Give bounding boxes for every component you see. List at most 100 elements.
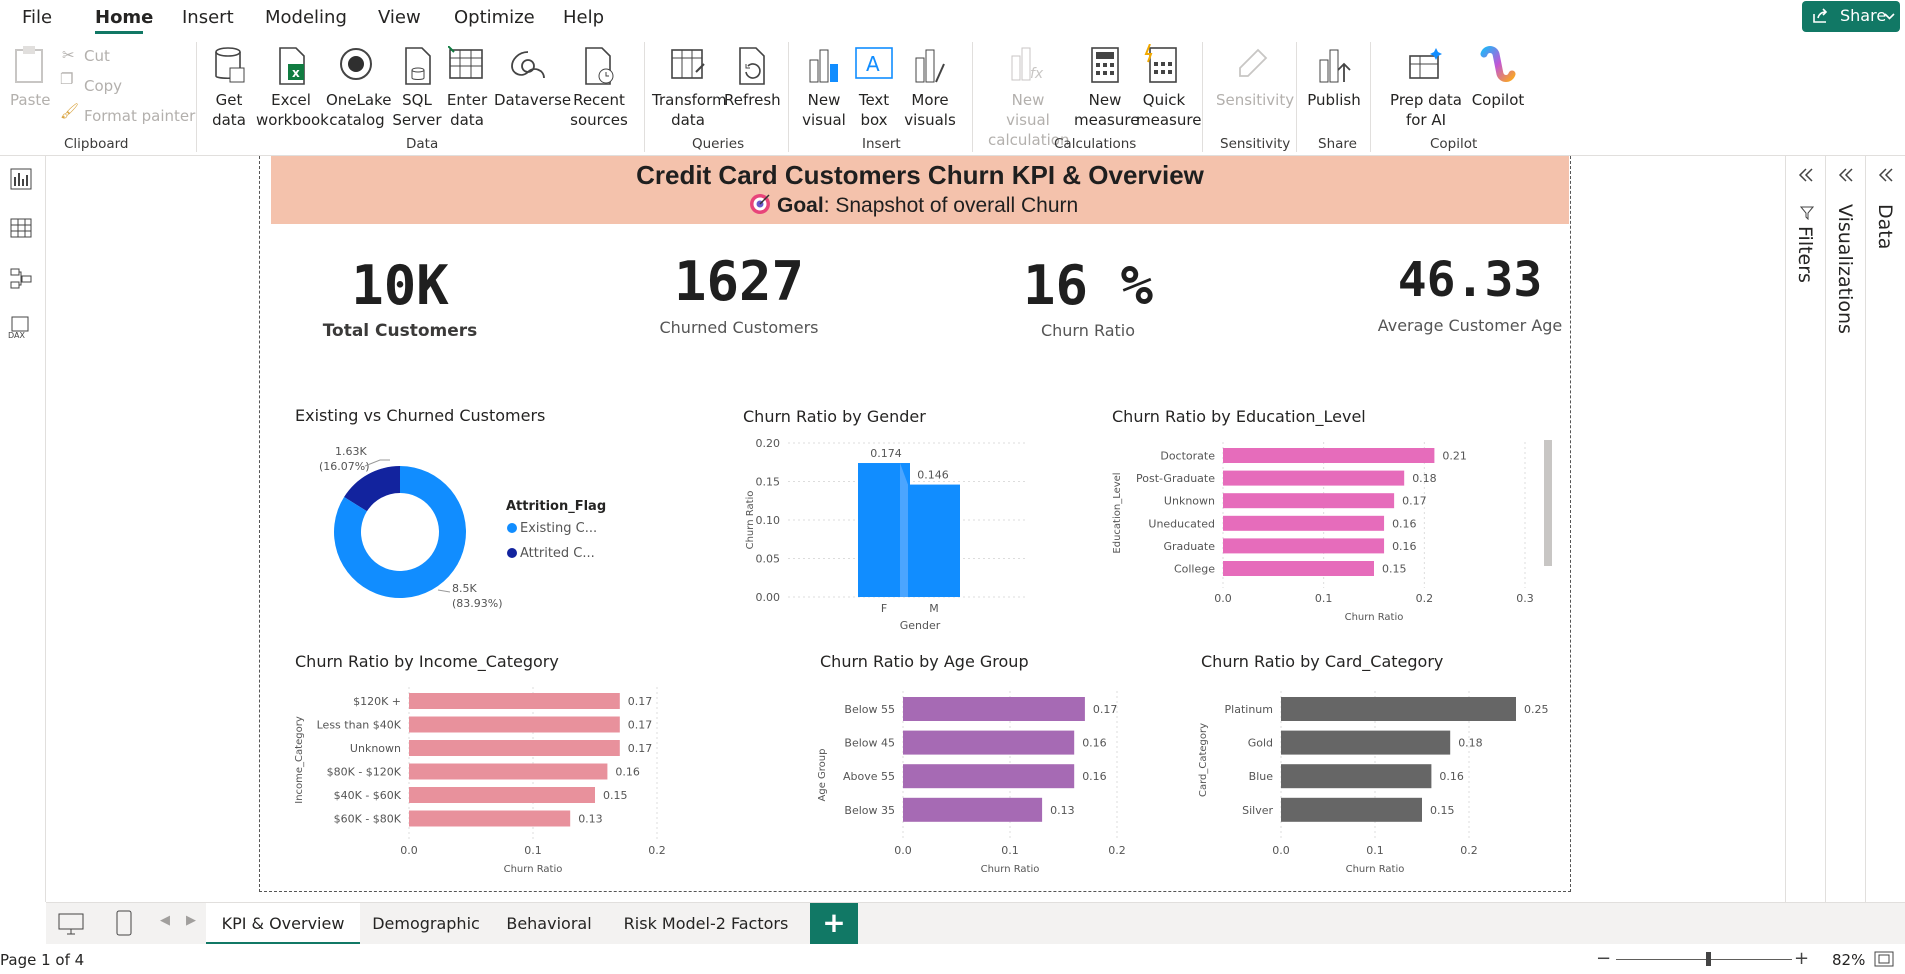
share-label: Share [1840,6,1887,25]
y-tick-label: $80K - $120K [327,766,402,779]
tab-behavioral[interactable]: Behavioral [492,903,606,945]
bar [908,484,960,597]
sensitivity-button[interactable]: Sensitivity [1216,90,1294,110]
scroll-left-icon[interactable]: ◀ [160,913,170,928]
data-label: 0.18 [1412,472,1437,485]
new-visual-button[interactable]: New visual [800,90,848,130]
text-box-button[interactable]: Text box [852,90,896,130]
excel-workbook-button[interactable]: Excel workbook [256,90,329,130]
copy-button[interactable]: Copy [84,76,122,96]
publish-button[interactable]: Publish [1306,90,1362,110]
calculator-icon [1091,47,1119,83]
legend-title: Attrition_Flag [506,499,606,514]
enter-data-button[interactable]: Enter data [446,90,488,130]
fit-to-page-icon[interactable] [1874,951,1894,967]
get-data-button[interactable]: Get data [205,90,253,130]
goal-label: Goal [777,194,824,217]
menu-file[interactable]: File [22,7,52,28]
menu-insert[interactable]: Insert [182,7,234,28]
collapse-chevrons-icon[interactable] [1798,168,1814,182]
model-view-icon[interactable] [10,268,32,290]
leader-line [437,589,451,593]
menu-optimize[interactable]: Optimize [454,7,535,28]
donut-chart[interactable]: 1.63K (16.07%) 8.5K (83.93%) Attrition_Flag E… [290,440,620,620]
collapse-chevrons-icon[interactable] [1838,168,1854,182]
tab-kpi-overview[interactable]: KPI & Overview [206,903,360,945]
group-label-calculations: Calculations [1054,136,1137,152]
y-tick-label: Above 55 [843,770,895,783]
data-label: 0.17 [1093,703,1118,716]
x-axis-label: Churn Ratio [504,864,563,875]
zoom-in-icon[interactable]: + [1794,948,1809,969]
scroll-right-icon[interactable]: ▶ [186,913,196,928]
y-tick-label: College [1174,563,1215,576]
y-tick-label: Post-Graduate [1136,472,1215,485]
cut-button[interactable]: Cut [84,46,110,66]
collapse-chevrons-icon[interactable] [1878,168,1894,182]
menu-bar: File Home Insert Modeling View Optimize … [0,0,1905,36]
gender-column-chart[interactable]: 0.20 0.15 0.10 0.05 0.00 0.174 F 0.146 M Gender Ch… [736,435,1056,635]
dataverse-button[interactable]: Dataverse [494,90,571,110]
bar [903,797,1043,822]
zoom-slider-thumb[interactable] [1706,952,1711,966]
filter-icon [1800,206,1814,220]
add-page-button[interactable]: + [810,903,858,945]
onelake-catalog-button[interactable]: OneLake catalog [326,90,391,130]
mobile-layout-icon[interactable] [116,910,132,936]
dax-query-view-icon[interactable]: DAX [8,316,34,340]
desktop-layout-icon[interactable] [58,913,84,935]
recent-sources-button[interactable]: Recent sources [564,90,634,130]
copilot-button[interactable]: Copilot [1470,90,1526,110]
transform-data-icon [671,49,705,79]
paste-icon [12,44,48,88]
refresh-button[interactable]: Refresh [724,90,781,110]
y-tick-label: Blue [1249,770,1274,783]
data-pane[interactable]: Data [1865,156,1905,902]
education-bar-chart[interactable]: 0.0 0.1 0.2 0.3 Doctorate 0.21 Post-Graduate 0.… [1108,435,1558,630]
y-tick-label: 0.20 [756,437,781,450]
bar [409,693,620,709]
bar [1281,797,1422,822]
share-button[interactable]: Share [1802,1,1900,32]
menu-help[interactable]: Help [563,7,604,28]
bar [1223,515,1385,531]
group-label-queries: Queries [692,136,745,152]
income-bar-chart[interactable]: 0.0 0.1 0.2 $120K + 0.17 Less than $40K 0.17 Un… [290,682,690,877]
y-axis-label: Card_Category [1198,723,1209,797]
bar [1223,538,1385,554]
visualizations-pane[interactable]: Visualizations [1825,156,1865,902]
menu-modeling[interactable]: Modeling [265,7,347,28]
paste-button[interactable]: Paste [10,90,51,110]
svg-text:fx: fx [1030,66,1044,82]
menu-home[interactable]: Home [95,7,153,28]
legend-item: Existing C... [520,521,597,536]
filters-pane[interactable]: Filters [1785,156,1825,902]
tab-demographic[interactable]: Demographic [360,903,492,945]
zoom-slider[interactable] [1616,959,1792,960]
ribbon: Paste ✂ Cut ❐ Copy 🖌 Format painter Clip… [0,36,1905,156]
x-tick-label: M [929,602,939,615]
x-tick-label: F [881,602,887,615]
zoom-out-icon[interactable]: − [1596,948,1611,969]
menu-view[interactable]: View [378,7,421,28]
bar [409,740,620,756]
data-label: 0.18 [1458,737,1483,750]
tab-risk-model[interactable]: Risk Model-2 Factors [606,903,806,945]
table-view-icon[interactable] [10,218,32,238]
age-group-bar-chart[interactable]: 0.0 0.1 0.2 Below 55 0.17 Below 45 0.16 Above 5… [815,682,1155,877]
card-category-bar-chart[interactable]: 0.0 0.1 0.2 Platinum 0.25 Gold 0.18 Blue 0.16 Sil… [1196,682,1566,877]
prep-data-ai-button[interactable]: Prep data for AI [1380,90,1472,130]
kpi-average-age-value: 46.33 [1397,252,1543,308]
active-tab-indicator [95,31,143,34]
more-visuals-button[interactable]: More visuals [900,90,960,130]
quick-measure-button[interactable]: Quick measure [1136,90,1201,130]
transform-data-button[interactable]: Transform data [652,90,727,130]
share-icon [1813,8,1828,23]
chevron-down-icon [1884,13,1895,20]
format-painter-button[interactable]: Format painter [84,106,195,126]
kpi-churn-ratio-label: Churn Ratio [1040,321,1136,340]
new-measure-button[interactable]: New measure [1074,90,1139,130]
svg-text:A: A [866,52,880,76]
sql-server-button[interactable]: SQL Server [392,90,442,130]
report-view-icon[interactable] [10,168,32,190]
